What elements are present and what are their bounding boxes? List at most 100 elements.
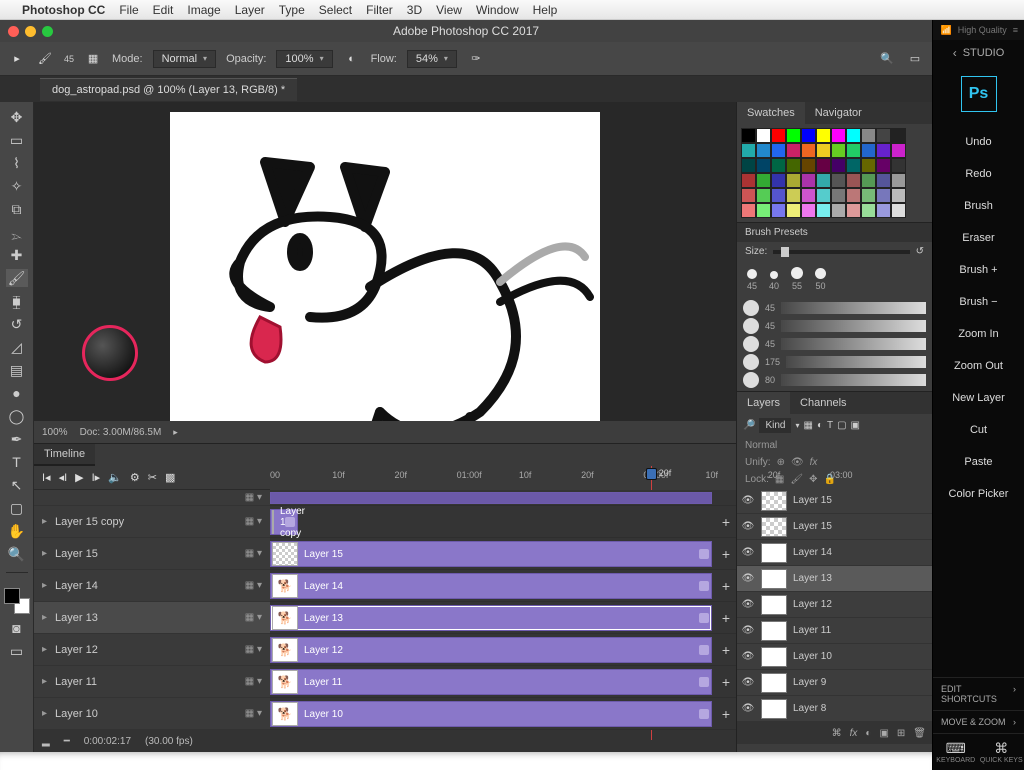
add-clip-button[interactable]: + <box>722 578 730 594</box>
timeline-track-row[interactable]: Layer 15+ <box>270 538 736 570</box>
swatch[interactable] <box>861 173 876 188</box>
workspace-icon[interactable]: ▭ <box>906 50 924 68</box>
swatch[interactable] <box>831 203 846 218</box>
layer-row[interactable]: 👁Layer 8 <box>737 696 932 722</box>
visibility-icon[interactable]: 👁 <box>741 599 755 610</box>
brush-stroke-list[interactable]: 45454517580 <box>737 297 932 391</box>
hand-tool[interactable]: ✋ <box>6 522 28 540</box>
opacity-pressure-icon[interactable]: ◐ <box>343 50 361 68</box>
timeline-track-row[interactable]: 🐕Layer 14 + <box>270 570 736 602</box>
swatch[interactable] <box>741 158 756 173</box>
status-flyout-icon[interactable]: ▸ <box>173 427 178 438</box>
timeline-clip[interactable]: 🐕Layer 13 <box>270 605 712 631</box>
swatch[interactable] <box>756 173 771 188</box>
swatch[interactable] <box>786 158 801 173</box>
tl-audio-button[interactable]: 🔈 <box>108 471 122 484</box>
studio-zoom-out-button[interactable]: Zoom Out <box>933 350 1024 382</box>
add-clip-button[interactable]: + <box>722 674 730 690</box>
mask-icon[interactable]: ◐ <box>865 728 871 739</box>
timeline-clip[interactable]: 🐕Layer 14 <box>270 573 712 599</box>
studio-quickkeys-button[interactable]: ⌘QUICK KEYS <box>979 734 1024 770</box>
menu-view[interactable]: View <box>436 3 462 17</box>
filter-type-icon[interactable]: T <box>827 420 833 431</box>
delete-layer-icon[interactable]: 🗑 <box>913 728 926 739</box>
zoom-readout[interactable]: 100% <box>42 427 68 438</box>
studio-brush--button[interactable]: Brush + <box>933 254 1024 286</box>
app-name[interactable]: Photoshop CC <box>22 3 105 17</box>
swatch[interactable] <box>891 188 906 203</box>
swatch[interactable] <box>771 188 786 203</box>
brush-stroke-preset[interactable]: 45 <box>743 335 926 353</box>
studio-keyboard-button[interactable]: ⌨KEYBOARD <box>933 734 979 770</box>
quickmask-icon[interactable]: ◙ <box>6 619 28 637</box>
swatch[interactable] <box>861 143 876 158</box>
visibility-icon[interactable]: 👁 <box>741 651 755 662</box>
link-layers-icon[interactable]: ⌘ <box>832 728 842 739</box>
swatch[interactable] <box>891 128 906 143</box>
swatch[interactable] <box>846 203 861 218</box>
timeline-layer-row[interactable]: ▸Layer 12▦ ▾ <box>34 634 270 666</box>
swatch[interactable] <box>816 128 831 143</box>
pen-tool[interactable]: ✒ <box>6 430 28 448</box>
swatch[interactable] <box>771 173 786 188</box>
studio-color-picker-button[interactable]: Color Picker <box>933 478 1024 510</box>
swatch[interactable] <box>741 173 756 188</box>
brush-preset-icon[interactable]: 🖌 <box>36 50 54 68</box>
swatch[interactable] <box>846 188 861 203</box>
layer-row[interactable]: 👁Layer 13 <box>737 566 932 592</box>
healing-tool[interactable]: ✚ <box>6 246 28 264</box>
new-group-icon[interactable]: ▣ <box>879 728 888 739</box>
timeline-layer-row[interactable]: ▸Layer 13▦ ▾ <box>34 602 270 634</box>
layer-row[interactable]: 👁Layer 14 <box>737 540 932 566</box>
filter-smart-icon[interactable]: ▣ <box>851 420 860 431</box>
close-window-button[interactable] <box>8 26 19 37</box>
blend-mode-select[interactable]: Normal▾ <box>153 50 216 68</box>
swatch[interactable] <box>876 158 891 173</box>
layer-blend-mode[interactable]: Normal <box>737 437 932 454</box>
swatch[interactable] <box>801 203 816 218</box>
swatch[interactable] <box>831 128 846 143</box>
filter-shape-icon[interactable]: ▢ <box>837 420 846 431</box>
crop-tool[interactable]: ⧉ <box>6 200 28 218</box>
studio-brush--button[interactable]: Brush − <box>933 286 1024 318</box>
swatch[interactable] <box>876 188 891 203</box>
swatch[interactable] <box>831 188 846 203</box>
layer-row[interactable]: 👁Layer 15 <box>737 488 932 514</box>
swatch[interactable] <box>801 173 816 188</box>
move-tool[interactable]: ✥ <box>6 108 28 126</box>
swatch[interactable] <box>756 128 771 143</box>
swatch[interactable] <box>861 188 876 203</box>
studio-zoom-in-button[interactable]: Zoom In <box>933 318 1024 350</box>
marquee-tool[interactable]: ▭ <box>6 131 28 149</box>
menu-help[interactable]: Help <box>533 3 558 17</box>
timeline-track-row[interactable]: 🐕Layer 10+ <box>270 698 736 730</box>
swatch[interactable] <box>861 128 876 143</box>
tl-zoom-slider-icon[interactable]: ━ <box>64 736 70 747</box>
studio-new-layer-button[interactable]: New Layer <box>933 382 1024 414</box>
tl-first-frame-button[interactable]: I◂ <box>42 471 51 484</box>
tl-next-frame-button[interactable]: I▸ <box>92 471 101 484</box>
swatch[interactable] <box>831 158 846 173</box>
timeline-track-row[interactable]: Layer 15 copy+ <box>270 506 736 538</box>
visibility-icon[interactable]: 👁 <box>741 521 755 532</box>
add-clip-button[interactable]: + <box>722 610 730 626</box>
visibility-icon[interactable]: 👁 <box>741 573 755 584</box>
swatch[interactable] <box>786 188 801 203</box>
swatch[interactable] <box>756 188 771 203</box>
layer-row[interactable]: 👁Layer 10 <box>737 644 932 670</box>
add-clip-button[interactable]: + <box>722 706 730 722</box>
canvas-area[interactable] <box>34 102 736 421</box>
swatch[interactable] <box>741 143 756 158</box>
timeline-layer-row[interactable]: ▸Layer 14▦ ▾ <box>34 570 270 602</box>
swatch[interactable] <box>771 143 786 158</box>
tl-play-button[interactable]: ▶ <box>75 471 83 484</box>
swatches-panel[interactable] <box>737 124 932 222</box>
mac-menubar[interactable]: Photoshop CC File Edit Image Layer Type … <box>0 0 1024 20</box>
swatch[interactable] <box>816 158 831 173</box>
layers-tab[interactable]: Layers <box>737 392 790 414</box>
swatch[interactable] <box>831 173 846 188</box>
add-clip-button[interactable]: + <box>722 546 730 562</box>
lock-pos-icon[interactable]: ✥ <box>809 474 817 485</box>
layer-row[interactable]: 👁Layer 11 <box>737 618 932 644</box>
brush-tip[interactable]: 55 <box>791 267 803 291</box>
